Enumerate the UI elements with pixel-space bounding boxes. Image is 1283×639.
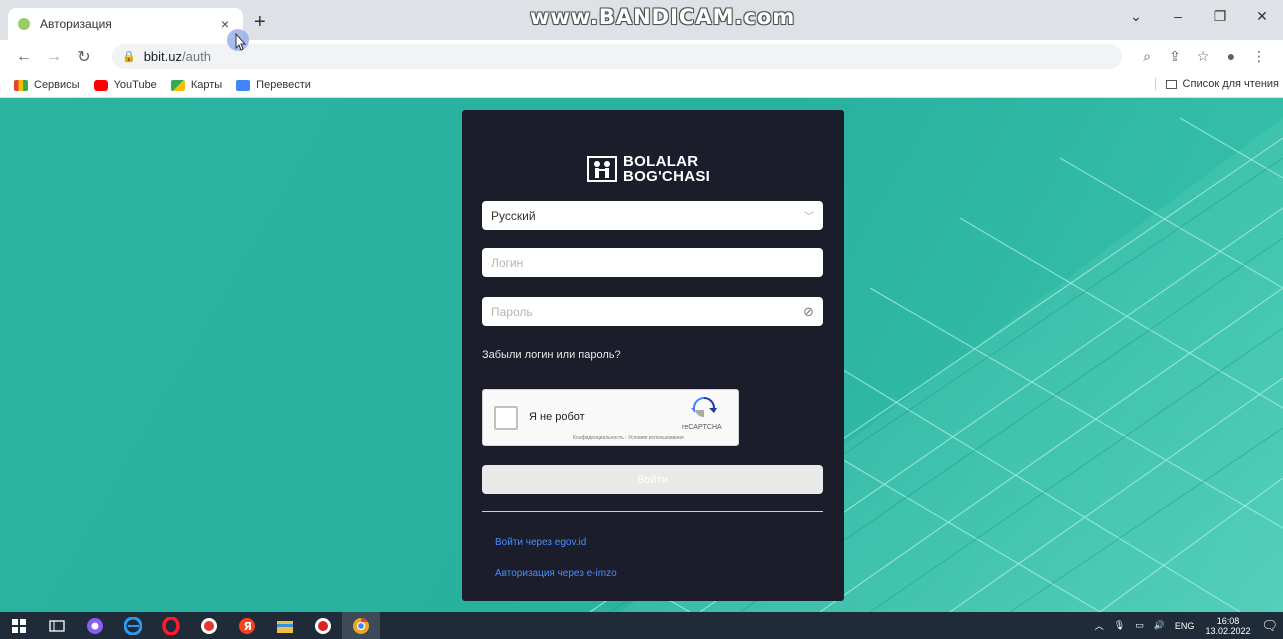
logo-line-1: BOLALAR (623, 153, 699, 170)
submit-login-button[interactable]: Войти (482, 465, 823, 494)
mouse-cursor-icon (227, 29, 249, 51)
forward-arrow-icon[interactable]: → (42, 48, 66, 66)
browser-tabstrip: Авторизация × + www.BANDICAM.com ⌄ – ❐ ✕ (0, 0, 1283, 40)
reading-list-label: Список для чтения (1182, 78, 1279, 90)
eimzo-login-link[interactable]: Авторизация через e-imzo (495, 568, 617, 579)
new-tab-button[interactable]: + (254, 10, 266, 34)
share-icon[interactable]: ⇪ (1161, 48, 1189, 65)
brand-logo: BOLALAR BOG'CHASI (587, 154, 710, 184)
login-placeholder: Логин (491, 255, 524, 270)
clock[interactable]: 16:08 13.02.2022 (1205, 616, 1250, 636)
bookmark-youtube[interactable]: YouTube (93, 79, 157, 91)
svg-text:Я: Я (244, 620, 252, 633)
divider (482, 511, 823, 512)
microphone-icon[interactable]: 🎙 (1114, 620, 1125, 631)
tab-favicon-icon (18, 18, 30, 30)
url-path: /auth (182, 49, 211, 64)
bookmark-label: Перевести (256, 79, 311, 91)
opera-browser-icon[interactable] (152, 612, 190, 639)
auth-page: BOLALAR BOG'CHASI Русский ﹀ Логин Пароль… (0, 98, 1283, 612)
translate-icon (236, 79, 251, 91)
login-card: BOLALAR BOG'CHASI Русский ﹀ Логин Пароль… (462, 110, 844, 601)
lock-icon[interactable]: 🔒 (122, 50, 136, 63)
back-arrow-icon[interactable]: ← (12, 48, 36, 66)
apps-grid-icon (14, 79, 28, 91)
bookmark-label: Карты (190, 79, 223, 91)
youtube-icon (93, 79, 108, 91)
bookmark-maps[interactable]: Карты (170, 79, 223, 91)
close-window-button[interactable]: ✕ (1241, 6, 1283, 26)
network-icon[interactable]: ▭ (1135, 620, 1144, 631)
zoom-icon[interactable]: ⌕ (1133, 48, 1161, 65)
reload-icon[interactable]: ↻ (72, 47, 96, 67)
recaptcha-label: Я не робот (529, 411, 585, 423)
chevron-down-icon: ﹀ (804, 212, 814, 223)
tab-title: Авторизация (40, 17, 112, 31)
recaptcha-logo-icon (691, 397, 717, 418)
task-view-icon[interactable] (38, 612, 76, 639)
bookmark-translate[interactable]: Перевести (236, 79, 311, 91)
reading-list-button[interactable]: Список для чтения (1154, 78, 1279, 90)
chrome-browser-icon[interactable] (342, 612, 380, 639)
input-language[interactable]: ENG (1175, 621, 1195, 631)
star-icon[interactable]: ☆ (1189, 48, 1217, 65)
bookmarks-bar: Сервисы YouTube Карты Перевести Список д… (0, 73, 1283, 98)
recording-watermark: www.BANDICAM.com (530, 5, 796, 29)
recaptcha-widget: Я не робот reCAPTCHA Конфиденциальность … (482, 389, 739, 446)
windows-taskbar: Я ︿ 🎙 ▭ 🔊 ENG 16:08 13.02.2022 🗨 (0, 612, 1283, 639)
bookmark-label: YouTube (113, 79, 157, 91)
maps-icon (170, 79, 185, 91)
recaptcha-brand: reCAPTCHA (682, 424, 722, 431)
browser-tab-auth[interactable]: Авторизация × (8, 8, 243, 40)
logo-line-2: BOG'CHASI (623, 168, 711, 185)
recaptcha-terms[interactable]: Конфиденциальность - Условия использован… (573, 435, 684, 441)
bookmark-label: Сервисы (34, 79, 80, 91)
alice-assistant-icon[interactable] (76, 612, 114, 639)
reading-list-icon (1165, 79, 1177, 89)
clock-date: 13.02.2022 (1205, 625, 1251, 636)
window-controls: ⌄ – ❐ ✕ (1115, 6, 1283, 26)
bookmark-services[interactable]: Сервисы (14, 79, 80, 91)
forgot-credentials-link[interactable]: Забыли логин или пароль? (482, 349, 621, 361)
notification-center-icon[interactable]: 🗨 (1261, 618, 1278, 634)
language-select[interactable]: Русский ﹀ (482, 201, 823, 230)
start-windows-icon[interactable] (0, 612, 38, 639)
kindergarten-logo-icon (587, 156, 617, 182)
password-placeholder: Пароль (491, 304, 533, 319)
screen: Авторизация × + www.BANDICAM.com ⌄ – ❐ ✕… (0, 0, 1283, 639)
system-tray: ︿ 🎙 ▭ 🔊 ENG 16:08 13.02.2022 🗨 (1090, 612, 1283, 639)
file-explorer-icon[interactable] (266, 612, 304, 639)
yandex-browser-icon[interactable] (190, 612, 228, 639)
restore-button[interactable]: ❐ (1199, 6, 1241, 26)
browser-toolbar: ← → ↻ 🔒 bbit.uz/auth ⌕ ⇪ ☆ ● ⋮ (0, 40, 1283, 73)
tray-overflow-icon[interactable]: ︿ (1095, 619, 1104, 632)
brand-logo-text: BOLALAR BOG'CHASI (623, 154, 710, 184)
tab-search-icon[interactable]: ⌄ (1115, 6, 1157, 26)
menu-kebab-icon[interactable]: ⋮ (1245, 48, 1273, 65)
clock-time: 16:08 (1216, 615, 1240, 626)
login-input[interactable]: Логин (482, 248, 823, 277)
eye-slash-icon[interactable]: ⊘ (803, 304, 814, 320)
minimize-button[interactable]: – (1157, 6, 1199, 26)
volume-icon[interactable]: 🔊 (1154, 620, 1165, 631)
url-host: bbit.uz (143, 49, 183, 64)
edge-browser-icon[interactable] (114, 612, 152, 639)
bandicam-record-icon[interactable] (304, 612, 342, 639)
profile-icon[interactable]: ● (1217, 48, 1245, 65)
address-bar[interactable]: 🔒 bbit.uz/auth (112, 44, 1122, 69)
egov-login-link[interactable]: Войти через egov.id (495, 537, 586, 548)
password-input[interactable]: Пароль ⊘ (482, 297, 823, 326)
recaptcha-checkbox[interactable] (494, 406, 518, 430)
language-value: Русский (491, 208, 536, 223)
yandex-icon[interactable]: Я (228, 612, 266, 639)
toolbar-actions: ⌕ ⇪ ☆ ● ⋮ (1133, 48, 1273, 65)
